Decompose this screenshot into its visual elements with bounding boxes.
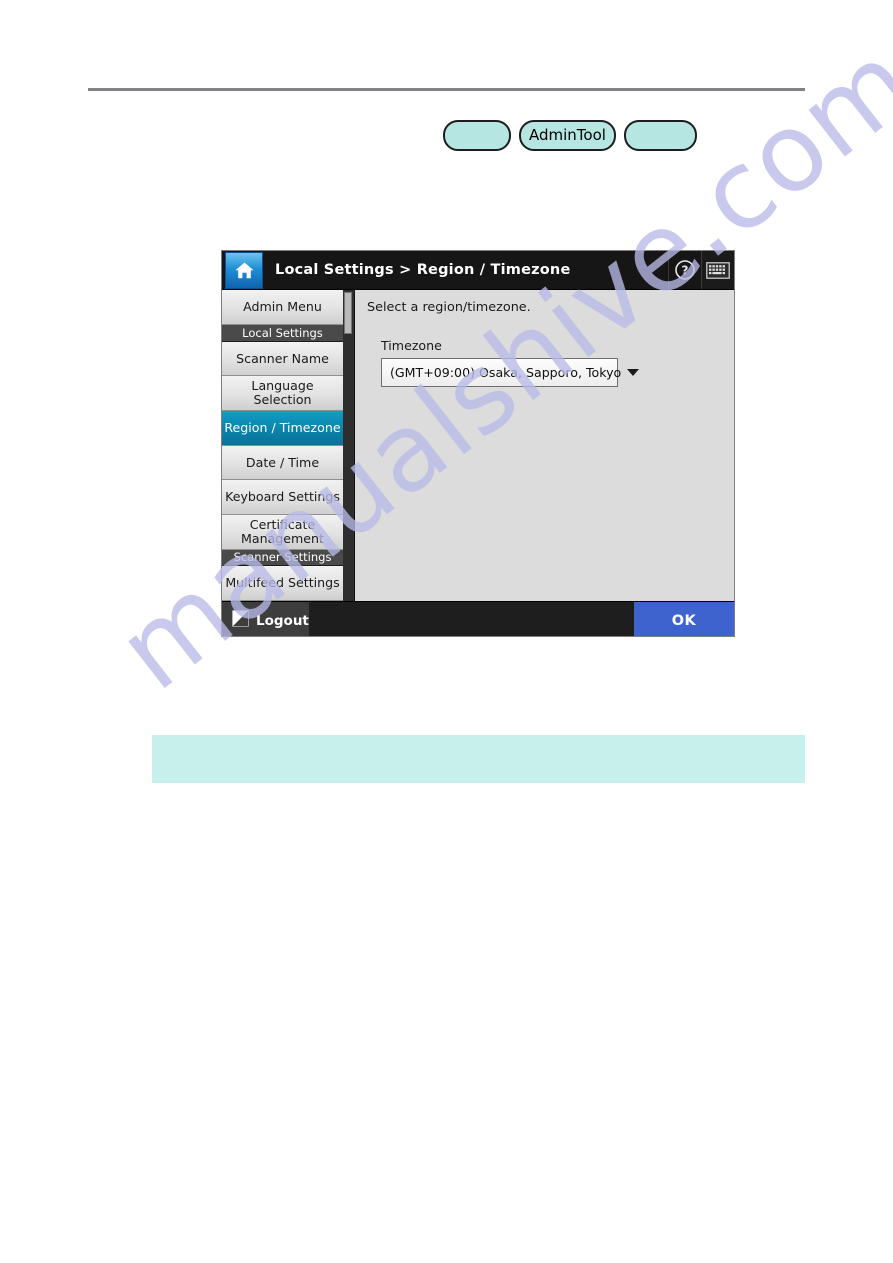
note-highlight-band: [152, 735, 805, 783]
chip-blank-left: [443, 119, 511, 151]
sidebar-section-scanner-settings: Scanner Settings: [222, 549, 343, 567]
help-icon[interactable]: ?: [668, 251, 701, 289]
sidebar-item-label: Admin Menu: [243, 299, 322, 315]
highlight-chip-row: AdminTool: [443, 119, 697, 151]
settings-sidebar: Admin Menu Local Settings Scanner Name L…: [222, 290, 343, 602]
sidebar-item-admin-menu[interactable]: Admin Menu: [222, 290, 343, 325]
ok-button[interactable]: OK: [634, 602, 734, 636]
sidebar-item-label: Date / Time: [245, 454, 320, 470]
chip-admintool: AdminTool: [519, 119, 616, 151]
home-icon[interactable]: [225, 251, 263, 289]
settings-content-panel: Select a region/timezone. Timezone (GMT+…: [355, 290, 734, 601]
header-tool-group: ?: [668, 251, 734, 289]
instruction-text: Select a region/timezone.: [367, 300, 531, 315]
sidebar-section-local-settings: Local Settings: [222, 324, 343, 342]
timezone-selected-value: (GMT+09:00) Osaka, Sapporo, Tokyo: [390, 365, 622, 380]
sidebar-item-region-timezone[interactable]: Region / Timezone: [222, 410, 343, 446]
chip-admintool-label: AdminTool: [529, 126, 606, 144]
chevron-down-icon: [627, 369, 640, 376]
timezone-field-label: Timezone: [381, 338, 442, 353]
sidebar-item-label: Multifeed Settings: [225, 575, 340, 591]
chip-blank-right: [623, 119, 697, 151]
footer-spacer: [309, 602, 634, 636]
sidebar-item-label: Certificate Management: [241, 517, 324, 546]
sidebar-item-language-selection[interactable]: Language Selection: [222, 376, 343, 411]
panel-body: Admin Menu Local Settings Scanner Name L…: [222, 290, 734, 602]
breadcrumb: Local Settings > Region / Timezone: [275, 262, 571, 278]
sidebar-item-label: Region / Timezone: [224, 419, 341, 435]
timezone-select[interactable]: (GMT+09:00) Osaka, Sapporo, Tokyo: [381, 358, 640, 387]
logout-button[interactable]: Logout: [222, 602, 309, 636]
timezone-field-group: Timezone (GMT+09:00) Osaka, Sapporo, Tok…: [381, 338, 734, 387]
sidebar-section-label: Scanner Settings: [233, 550, 332, 565]
sidebar-section-label: Local Settings: [242, 325, 323, 340]
panel-header: Local Settings > Region / Timezone ?: [222, 251, 734, 290]
sidebar-item-certificate-management[interactable]: Certificate Management: [222, 514, 343, 550]
sidebar-item-multifeed-settings[interactable]: Multifeed Settings: [222, 566, 343, 602]
ok-button-label: OK: [671, 612, 697, 629]
sidebar-item-label: Keyboard Settings: [225, 489, 340, 505]
scrollbar-thumb[interactable]: [344, 292, 352, 334]
svg-text:?: ?: [682, 264, 689, 278]
page-header-rule: [88, 88, 805, 91]
sidebar-item-keyboard-settings[interactable]: Keyboard Settings: [222, 480, 343, 515]
sidebar-item-label: Scanner Name: [236, 350, 329, 366]
logout-icon: [232, 610, 249, 631]
sidebar-item-date-time[interactable]: Date / Time: [222, 445, 343, 481]
logout-label: Logout: [256, 612, 309, 629]
panel-footer: Logout OK: [222, 601, 734, 636]
sidebar-item-scanner-name[interactable]: Scanner Name: [222, 341, 343, 377]
scanner-touch-panel: Local Settings > Region / Timezone ? Adm…: [221, 250, 735, 637]
keyboard-icon[interactable]: [701, 251, 734, 289]
sidebar-scrollbar[interactable]: [343, 290, 355, 601]
sidebar-item-label: Language Selection: [251, 378, 314, 408]
